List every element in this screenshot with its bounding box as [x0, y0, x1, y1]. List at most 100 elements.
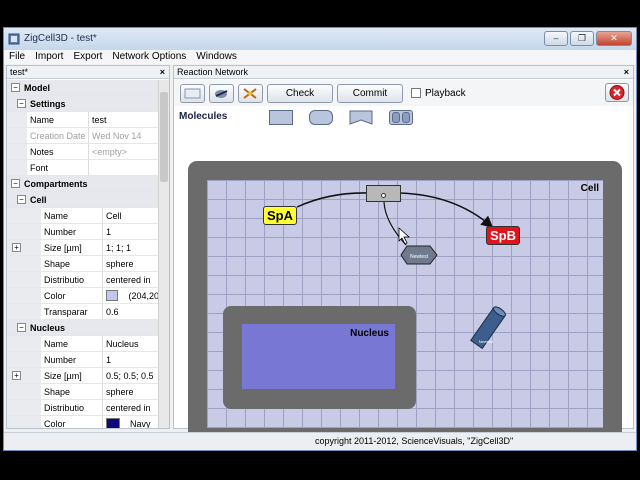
property-tree: − Model − Settings Name test Creation Date Wed … [7, 80, 159, 428]
delete-tool-button[interactable] [238, 83, 263, 103]
species-spa[interactable]: SpA [263, 206, 297, 225]
property-key: Size [µm] [41, 240, 103, 255]
property-row[interactable]: Name test [7, 112, 159, 128]
molecule-rectangle-shape[interactable] [269, 110, 293, 125]
property-value[interactable]: Navy [103, 416, 151, 428]
group-compartments[interactable]: − Compartments [7, 176, 159, 192]
color-swatch[interactable] [106, 290, 119, 301]
property-row[interactable]: Color (204,20 [7, 288, 159, 304]
property-value[interactable]: sphere [103, 384, 134, 399]
nucleus-compartment[interactable]: Nucleus [223, 306, 416, 409]
menu-export[interactable]: Export [68, 50, 107, 64]
playback-checkbox[interactable] [411, 88, 421, 98]
property-row[interactable]: Number 1 [7, 352, 159, 368]
collapse-icon[interactable]: − [17, 195, 26, 204]
property-row[interactable]: Shape sphere [7, 256, 159, 272]
menu-import[interactable]: Import [30, 50, 68, 64]
property-key: Creation Date [27, 128, 89, 143]
properties-scroll-thumb[interactable] [160, 92, 168, 182]
close-window-button[interactable]: ✕ [596, 31, 632, 46]
connect-tool-button[interactable] [209, 83, 234, 103]
group-model[interactable]: − Model [7, 80, 159, 96]
property-row[interactable]: Name Nucleus [7, 336, 159, 352]
menu-windows[interactable]: Windows [191, 50, 242, 64]
property-value[interactable]: Cell [103, 208, 122, 223]
property-row[interactable]: + Size [µm] 1; 1; 1 [7, 240, 159, 256]
row-indent [7, 384, 41, 399]
properties-scrollbar[interactable] [158, 80, 169, 428]
property-value[interactable]: 0.6 [103, 304, 119, 319]
reaction-anchor-dot[interactable] [381, 193, 386, 198]
molecule-double-shape[interactable] [389, 110, 413, 125]
property-value[interactable]: Nucleus [103, 336, 139, 351]
group-settings[interactable]: − Settings [7, 96, 159, 112]
restore-button[interactable]: ❐ [570, 31, 594, 46]
property-row[interactable]: Color Navy [7, 416, 159, 428]
close-reaction-network-icon[interactable]: × [624, 66, 629, 78]
property-value[interactable]: (204,20 [103, 288, 159, 303]
molecule-banner-shape[interactable] [349, 110, 373, 125]
property-value[interactable]: test [89, 112, 107, 127]
app-window: ZigCell3D - test* – ❐ ✕ File Import Expo… [3, 27, 637, 451]
close-properties-panel-icon[interactable]: × [160, 66, 165, 78]
property-value[interactable]: Wed Nov 14 [89, 128, 141, 143]
reaction-node[interactable] [366, 185, 401, 202]
group-label: Cell [30, 194, 47, 205]
property-row[interactable]: Distributio centered in [7, 272, 159, 288]
collapse-icon[interactable]: − [17, 99, 26, 108]
species-spb[interactable]: SpB [486, 226, 520, 245]
property-value[interactable]: sphere [103, 256, 134, 271]
property-value-text: 1; 1; 1 [106, 242, 132, 253]
color-swatch[interactable] [106, 418, 120, 428]
group-nucleus[interactable]: − Nucleus [7, 320, 159, 336]
molecule-rounded-shape[interactable] [309, 110, 333, 125]
group-cell[interactable]: − Cell [7, 192, 159, 208]
menu-file[interactable]: File [4, 50, 30, 64]
property-value[interactable] [89, 160, 92, 175]
property-row[interactable]: Shape sphere [7, 384, 159, 400]
property-value-text: sphere [106, 258, 134, 269]
property-row[interactable]: + Size [µm] 0.5; 0.5; 0.5 [7, 368, 159, 384]
select-tool-button[interactable] [180, 83, 205, 103]
arrow-tool-icon [215, 89, 228, 98]
row-indent [7, 224, 41, 239]
check-button[interactable]: Check [267, 83, 333, 103]
property-key: Font [27, 160, 89, 175]
network-canvas[interactable]: Cell Nucleus [188, 161, 622, 449]
collapse-icon[interactable]: − [17, 323, 26, 332]
property-row[interactable]: Number 1 [7, 224, 159, 240]
nucleus-compartment-label: Nucleus [350, 328, 389, 339]
window-title: ZigCell3D - test* [24, 33, 97, 44]
property-key: Number [41, 224, 103, 239]
property-value-text: <empty> [92, 146, 128, 157]
group-label: Compartments [24, 178, 88, 189]
collapse-icon[interactable]: − [11, 83, 20, 92]
property-row[interactable]: Name Cell [7, 208, 159, 224]
property-value[interactable]: centered in [103, 400, 151, 415]
property-row[interactable]: Notes <empty> [7, 144, 159, 160]
row-indent [7, 288, 41, 303]
property-row[interactable]: Distributio centered in [7, 400, 159, 416]
stop-button[interactable] [605, 83, 629, 102]
commit-button[interactable]: Commit [337, 83, 403, 103]
property-value[interactable]: 1; 1; 1 [103, 240, 132, 255]
row-indent [7, 128, 27, 143]
property-row[interactable]: Creation Date Wed Nov 14 [7, 128, 159, 144]
menu-network-options[interactable]: Network Options [107, 50, 191, 64]
nucleus-interior: Nucleus [242, 324, 395, 389]
properties-panel: test* × − Model − Settings Name test Creation … [6, 65, 170, 429]
property-value[interactable]: 0.5; 0.5; 0.5 [103, 368, 154, 383]
property-key: Name [41, 208, 103, 223]
property-value[interactable]: centered in [103, 272, 151, 287]
group-label: Settings [30, 98, 66, 109]
minimize-button[interactable]: – [544, 31, 568, 46]
property-row[interactable]: Font [7, 160, 159, 176]
collapse-icon[interactable]: − [11, 179, 20, 188]
property-row[interactable]: Transparar 0.6 [7, 304, 159, 320]
expand-icon[interactable]: + [12, 242, 21, 252]
expand-icon[interactable]: + [12, 370, 21, 380]
property-value[interactable]: 1 [103, 352, 111, 367]
playback-label: Playback [425, 87, 466, 99]
property-value[interactable]: <empty> [89, 144, 128, 159]
property-value[interactable]: 1 [103, 224, 111, 239]
